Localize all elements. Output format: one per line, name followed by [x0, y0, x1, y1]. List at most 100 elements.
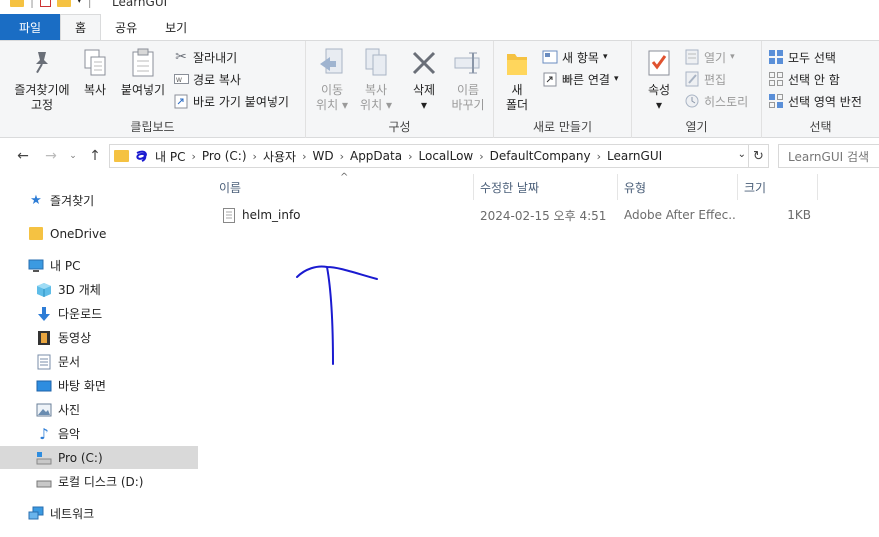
picture-icon: [36, 402, 52, 418]
network-icon: [28, 506, 44, 522]
tab-file[interactable]: 파일: [0, 14, 60, 40]
paste-icon: [128, 47, 158, 79]
nav-item-desktop[interactable]: 바탕 화면: [0, 374, 198, 397]
copy-button[interactable]: 복사: [76, 47, 114, 98]
breadcrumb[interactable]: LocalLow: [417, 149, 476, 163]
rename-button[interactable]: 이름 바꾸기: [446, 47, 490, 113]
nav-item-quick-access[interactable]: ★ 즐겨찾기: [0, 189, 198, 212]
paste-shortcut-button[interactable]: 바로 가기 붙여넣기: [173, 91, 289, 111]
chevron-right-icon[interactable]: ›: [475, 150, 487, 163]
breadcrumb[interactable]: 내 PC: [153, 148, 187, 165]
delete-button[interactable]: 삭제 ▾: [404, 47, 444, 113]
invert-selection-button[interactable]: 선택 영역 반전: [768, 91, 862, 111]
clipboard-group: 즐겨찾기에 고정 복사 붙여넣기 ✂ 잘라내기 W 경로 복사 바로 가기 붙여…: [0, 41, 306, 138]
cut-button[interactable]: ✂ 잘라내기: [173, 47, 237, 67]
new-group: 새 폴더 새 항목 ▾ 빠른 연결 ▾ 새로 만들기: [494, 41, 632, 138]
chevron-down-icon[interactable]: ⌄: [738, 149, 746, 160]
address-bar[interactable]: 내 PC › Pro (C:) › 사용자 › WD › AppData › L…: [109, 144, 749, 168]
star-icon: ★: [30, 193, 42, 208]
new-item-button[interactable]: 새 항목 ▾: [542, 47, 607, 67]
nav-item-this-pc[interactable]: 내 PC: [0, 254, 198, 277]
chevron-right-icon[interactable]: ›: [336, 150, 348, 163]
chevron-right-icon[interactable]: ›: [593, 150, 605, 163]
paste-button[interactable]: 붙여넣기: [116, 47, 170, 98]
column-header-size[interactable]: 크기: [738, 174, 818, 200]
copy-to-icon: [361, 47, 391, 79]
tab-home[interactable]: 홈: [60, 14, 102, 40]
nav-item-drive-d[interactable]: 로컬 디스크 (D:): [0, 470, 198, 493]
drive-icon: [36, 474, 52, 490]
nav-item-downloads[interactable]: 다운로드: [0, 302, 198, 325]
breadcrumb[interactable]: WD: [310, 149, 335, 163]
title-bar: | ▾ | LearnGUI: [0, 0, 879, 14]
nav-item-pictures[interactable]: 사진: [0, 398, 198, 421]
nav-item-documents[interactable]: 문서: [0, 350, 198, 373]
nav-item-drive-c[interactable]: Pro (C:): [0, 446, 198, 469]
svg-text:W: W: [176, 77, 182, 84]
new-folder-button[interactable]: 새 폴더: [500, 47, 534, 113]
column-header-modified[interactable]: 수정한 날짜: [474, 174, 618, 200]
new-folder-quick-icon[interactable]: [57, 0, 72, 7]
nav-item-3d-objects[interactable]: 3D 개체: [0, 278, 198, 301]
refresh-icon[interactable]: ↻: [749, 144, 769, 168]
tab-share[interactable]: 공유: [101, 14, 151, 40]
folder-icon: [10, 0, 24, 7]
document-icon: [36, 354, 52, 370]
select-all-icon: [768, 49, 784, 65]
nav-item-videos[interactable]: 동영상: [0, 326, 198, 349]
rename-icon: [453, 47, 483, 79]
drive-icon: [36, 450, 52, 466]
copy-to-button[interactable]: 복사 위치 ▾: [356, 47, 396, 113]
file-name-cell[interactable]: helm_info: [221, 204, 471, 226]
edit-icon: [684, 71, 700, 87]
recent-locations-chevron-icon[interactable]: ⌄: [64, 147, 82, 165]
select-all-button[interactable]: 모두 선택: [768, 47, 836, 67]
navigation-bar: ← → ⌄ ↑ 내 PC › Pro (C:) › 사용자 › WD › App…: [0, 138, 879, 174]
computer-icon: [28, 258, 44, 274]
desktop-icon: [36, 378, 52, 394]
group-label: 클립보드: [130, 120, 175, 134]
chevron-right-icon[interactable]: ›: [404, 150, 416, 163]
column-header-name[interactable]: 이름: [201, 174, 474, 200]
scissors-icon: ✂: [175, 49, 187, 65]
chevron-right-icon[interactable]: ›: [187, 150, 199, 163]
open-group: 속성 ▾ 열기 ▾ 편집 히스토리 열기: [632, 41, 762, 138]
history-button[interactable]: 히스토리: [684, 91, 748, 111]
breadcrumb[interactable]: LearnGUI: [605, 149, 664, 163]
back-arrow-icon[interactable]: ←: [14, 147, 32, 165]
open-button[interactable]: 열기 ▾: [684, 47, 735, 67]
chevron-right-icon[interactable]: ›: [298, 150, 310, 163]
forward-arrow-icon[interactable]: →: [42, 147, 60, 165]
paste-shortcut-icon: [173, 93, 189, 109]
group-label: 구성: [388, 120, 411, 134]
easy-access-button[interactable]: 빠른 연결 ▾: [542, 69, 619, 89]
nav-item-onedrive[interactable]: OneDrive: [0, 222, 198, 245]
up-arrow-icon[interactable]: ↑: [86, 147, 104, 165]
breadcrumb[interactable]: 사용자: [261, 148, 298, 165]
search-input[interactable]: LearnGUI 검색: [788, 148, 869, 165]
folder-icon: [114, 150, 129, 162]
chevron-right-icon[interactable]: ›: [249, 150, 261, 163]
file-icon: [221, 207, 237, 223]
properties-quick-icon[interactable]: [40, 0, 52, 7]
navigation-pane: ★ 즐겨찾기 OneDrive 내 PC 3D 개체 다운로드 동영상 문서 바…: [0, 174, 201, 537]
breadcrumb[interactable]: AppData: [348, 149, 404, 163]
select-none-button[interactable]: 선택 안 함: [768, 69, 840, 89]
breadcrumb[interactable]: Pro (C:): [200, 149, 249, 163]
nav-item-network[interactable]: 네트워크: [0, 502, 198, 525]
table-row[interactable]: helm_info 2024-02-15 오후 4:51 Adobe After…: [201, 204, 879, 226]
search-box[interactable]: LearnGUI 검색: [778, 144, 879, 168]
handwritten-arrow-annotation: [296, 265, 378, 365]
edit-button[interactable]: 편집: [684, 69, 726, 89]
column-header-type[interactable]: 유형: [618, 174, 738, 200]
copy-path-button[interactable]: W 경로 복사: [173, 69, 241, 89]
file-size-cell: 1KB: [787, 208, 811, 222]
move-to-button[interactable]: 이동 위치 ▾: [312, 47, 352, 113]
pin-to-quick-access-button[interactable]: 즐겨찾기에 고정: [10, 47, 74, 113]
pin-icon: [27, 47, 57, 79]
nav-item-music[interactable]: ♪ 음악: [0, 422, 198, 445]
breadcrumb[interactable]: DefaultCompany: [488, 149, 593, 163]
properties-button[interactable]: 속성 ▾: [640, 47, 678, 113]
customize-toolbar-icon[interactable]: ▾: [77, 0, 82, 6]
tab-view[interactable]: 보기: [151, 14, 201, 40]
